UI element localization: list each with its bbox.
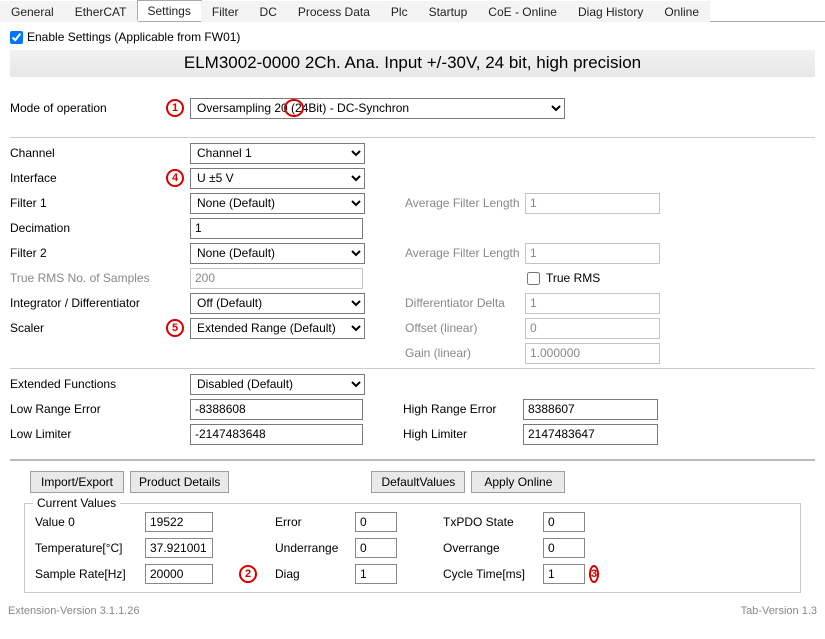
- cv-temp: [145, 538, 213, 558]
- filter2-label: Filter 2: [10, 246, 47, 260]
- tab-bar: General EtherCAT Settings Filter DC Proc…: [0, 0, 825, 22]
- footer-right: Tab-Version 1.3: [741, 605, 817, 617]
- default-values-button[interactable]: DefaultValues: [371, 471, 465, 493]
- cv-cycle: [543, 564, 585, 584]
- mode-label: Mode of operation: [10, 101, 107, 115]
- current-values-legend: Current Values: [33, 496, 120, 510]
- highrange-input[interactable]: [523, 399, 658, 420]
- cv-diag: [355, 564, 397, 584]
- highrange-label: High Range Error: [403, 402, 523, 416]
- avg1-input: [525, 193, 660, 214]
- tab-coe-online[interactable]: CoE - Online: [477, 1, 568, 22]
- mode-select[interactable]: Oversampling 20 (24Bit) - DC-Synchron: [190, 98, 565, 119]
- highlimiter-input[interactable]: [523, 424, 658, 445]
- cv-temp-label: Temperature[°C]: [35, 541, 145, 555]
- marker-4: 4: [166, 169, 184, 187]
- gain-label: Gain (linear): [405, 346, 525, 360]
- channel-label: Channel: [10, 146, 55, 160]
- footer-left: Extension-Version 3.1.1.26: [8, 605, 139, 617]
- offset-label: Offset (linear): [405, 321, 525, 335]
- filter2-select[interactable]: None (Default): [190, 243, 365, 264]
- marker-5: 5: [166, 319, 184, 337]
- tab-process-data[interactable]: Process Data: [287, 1, 381, 22]
- filter1-select[interactable]: None (Default): [190, 193, 365, 214]
- channel-select[interactable]: Channel 1: [190, 143, 365, 164]
- extfunc-select[interactable]: Disabled (Default): [190, 374, 365, 395]
- marker-3: 3: [589, 565, 599, 583]
- cv-value0: [145, 512, 213, 532]
- cv-overrange: [543, 538, 585, 558]
- cv-error-label: Error: [275, 515, 355, 529]
- avg2-input: [525, 243, 660, 264]
- device-banner: ELM3002-0000 2Ch. Ana. Input +/-30V, 24 …: [10, 50, 815, 77]
- extfunc-label: Extended Functions: [10, 377, 116, 391]
- enable-settings-checkbox[interactable]: [10, 31, 23, 44]
- truerms-cb-label: True RMS: [546, 271, 600, 285]
- offset-input: [525, 318, 660, 339]
- cv-error: [355, 512, 397, 532]
- gain-input: [525, 343, 660, 364]
- intdiff-label: Integrator / Differentiator: [10, 296, 140, 310]
- highlimiter-label: High Limiter: [403, 427, 523, 441]
- diffdelta-label: Differentiator Delta: [405, 296, 525, 310]
- marker-2: 2: [239, 565, 257, 583]
- interface-select[interactable]: U ±5 V: [190, 168, 365, 189]
- scaler-label: Scaler: [10, 321, 44, 335]
- decimation-label: Decimation: [10, 221, 70, 235]
- decimation-input[interactable]: [190, 218, 363, 239]
- truerms-no-label: True RMS No. of Samples: [10, 271, 150, 285]
- lowlimiter-input[interactable]: [190, 424, 363, 445]
- tab-online[interactable]: Online: [653, 1, 710, 22]
- avg2-label: Average Filter Length: [405, 246, 525, 260]
- cv-underrange-label: Underrange: [275, 541, 355, 555]
- filter1-label: Filter 1: [10, 196, 47, 210]
- cv-underrange: [355, 538, 397, 558]
- tab-plc[interactable]: Plc: [380, 1, 419, 22]
- tab-general[interactable]: General: [0, 1, 65, 22]
- lowlimiter-label: Low Limiter: [10, 427, 71, 441]
- cv-sample: [145, 564, 213, 584]
- scaler-select[interactable]: Extended Range (Default): [190, 318, 365, 339]
- truerms-no-input: [190, 268, 363, 289]
- current-values-group: Current Values Value 0 Error TxPDO State…: [24, 503, 801, 593]
- intdiff-select[interactable]: Off (Default): [190, 293, 365, 314]
- lowrange-label: Low Range Error: [10, 402, 101, 416]
- truerms-checkbox[interactable]: [527, 272, 540, 285]
- enable-settings-label: Enable Settings (Applicable from FW01): [27, 30, 240, 44]
- cv-sample-label: Sample Rate[Hz]: [35, 567, 145, 581]
- tab-startup[interactable]: Startup: [418, 1, 479, 22]
- interface-label: Interface: [10, 171, 57, 185]
- product-details-button[interactable]: Product Details: [130, 471, 229, 493]
- tab-ethercat[interactable]: EtherCAT: [64, 1, 138, 22]
- diffdelta-input: [525, 293, 660, 314]
- tab-filter[interactable]: Filter: [201, 1, 250, 22]
- apply-online-button[interactable]: Apply Online: [471, 471, 565, 493]
- tab-settings[interactable]: Settings: [137, 0, 202, 21]
- tab-diag-history[interactable]: Diag History: [567, 1, 654, 22]
- tab-dc[interactable]: DC: [249, 1, 288, 22]
- avg1-label: Average Filter Length: [405, 196, 525, 210]
- cv-overrange-label: Overrange: [443, 541, 543, 555]
- import-export-button[interactable]: Import/Export: [30, 471, 124, 493]
- cv-txpdo-label: TxPDO State: [443, 515, 543, 529]
- cv-cycle-label: Cycle Time[ms]: [443, 567, 543, 581]
- cv-txpdo: [543, 512, 585, 532]
- cv-diag-label: Diag: [275, 567, 355, 581]
- cv-value0-label: Value 0: [35, 515, 145, 529]
- lowrange-input[interactable]: [190, 399, 363, 420]
- marker-1: 1: [166, 99, 184, 117]
